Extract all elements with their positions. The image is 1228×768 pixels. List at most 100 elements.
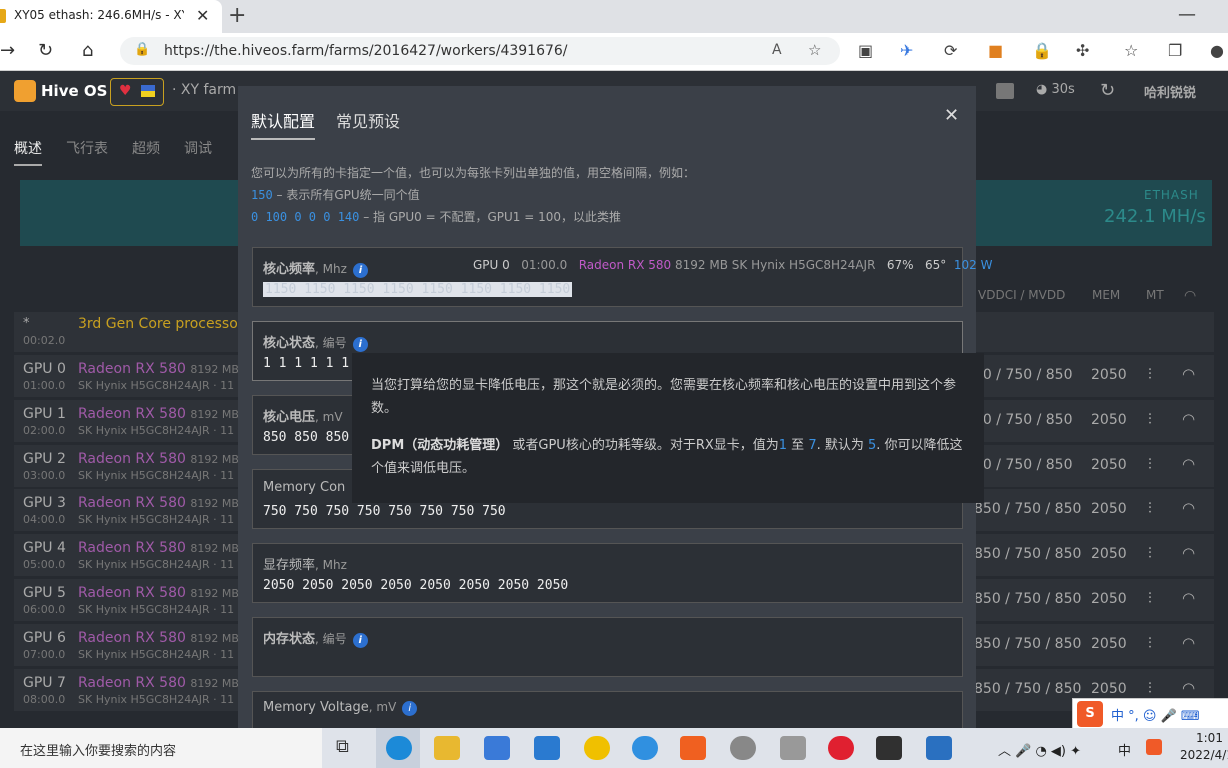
example-single: 150 – 表示所有GPU统一同个值 <box>251 186 420 203</box>
file-explorer-icon[interactable] <box>434 736 460 760</box>
info-icon[interactable]: i <box>352 263 368 278</box>
ime-toolbar[interactable]: S 中 °, ☺ 🎤 ⌨ <box>1072 698 1228 730</box>
tab-common-presets[interactable]: 常见预设 <box>336 108 400 132</box>
core-voltage-input[interactable]: 850 850 850 <box>263 430 349 445</box>
cpu-bus: 00:02.0 <box>23 334 66 347</box>
favorite-add-icon[interactable]: ☆ <box>808 41 821 59</box>
core-voltage-unit: , mV <box>315 410 343 424</box>
gauge-icon[interactable]: ◠ <box>1182 589 1195 607</box>
extension-icon[interactable]: ▣ <box>858 41 873 60</box>
extensions-puzzle-icon[interactable]: ✣ <box>1076 41 1089 60</box>
tune-sliders-icon[interactable]: ⫶ <box>1148 544 1152 562</box>
gpu-mem-clock: 2050 <box>1091 501 1127 518</box>
memory-clock-unit: , Mhz <box>315 558 347 572</box>
ime-toolbar-icons[interactable]: 中 °, ☺ 🎤 ⌨ <box>1111 705 1200 724</box>
tab-overclock[interactable]: 超频 <box>132 138 160 158</box>
tune-sliders-icon[interactable]: ⫶ <box>1148 455 1152 473</box>
user-name[interactable]: 哈利锐锐 <box>1144 82 1196 101</box>
tune-sliders-icon[interactable]: ⫶ <box>1148 634 1152 652</box>
gauge-icon[interactable]: ◠ <box>1182 634 1195 652</box>
core-clock-label-text: 核心频率 <box>263 262 316 277</box>
close-icon[interactable]: ✕ <box>944 105 959 126</box>
column-mt: MT <box>1146 288 1164 302</box>
gpu-model: Radeon RX 580 8192 MB · <box>78 361 246 377</box>
browser-tab[interactable]: XY05 ethash: 246.6MH/s - XY farm ✕ <box>0 0 222 33</box>
gpu-model: Radeon RX 580 8192 MB · <box>78 585 246 601</box>
qq-icon[interactable] <box>584 736 610 760</box>
photos-icon[interactable] <box>926 736 952 760</box>
memory-clock-input[interactable]: 2050 2050 2050 2050 2050 2050 2050 2050 <box>263 578 568 593</box>
tab-debug[interactable]: 调试 <box>184 138 212 158</box>
address-bar[interactable]: 🔒 https://the.hiveos.farm/farms/2016427/… <box>120 37 840 65</box>
column-vddci: VDDCI / MVDD <box>978 288 1066 302</box>
support-ukraine-badge[interactable]: ♥ <box>110 78 164 106</box>
taskbar-clock[interactable]: 1:01 <box>1196 731 1223 745</box>
netease-music-icon[interactable] <box>828 736 854 760</box>
info-icon[interactable]: i <box>402 701 418 716</box>
gpu-mem-clock: 2050 <box>1091 546 1127 563</box>
core-state-input[interactable]: 1 1 1 1 1 1 <box>263 356 349 371</box>
sync-extension-icon[interactable]: ⟳ <box>944 41 957 60</box>
profile-avatar-icon[interactable]: ● <box>1210 41 1224 60</box>
edge-icon[interactable] <box>386 736 412 760</box>
home-icon[interactable]: ⌂ <box>82 40 93 61</box>
tune-sliders-icon[interactable]: ⫶ <box>1148 365 1152 383</box>
mail-icon[interactable] <box>534 736 560 760</box>
tune-sliders-icon[interactable]: ⫶ <box>1148 589 1152 607</box>
hive-app-icon[interactable] <box>876 736 902 760</box>
reload-icon[interactable]: ↻ <box>38 40 53 61</box>
tune-sliders-icon[interactable]: ⫶ <box>1148 410 1152 428</box>
core-clock-input[interactable]: 1150 1150 1150 1150 1150 1150 1150 1150 <box>263 282 573 297</box>
minimize-window-button[interactable]: — <box>1178 4 1196 25</box>
memory-state-field: 内存状态, 编号 i <box>252 617 963 677</box>
gpu-id: GPU 1 <box>23 405 66 422</box>
store-icon[interactable] <box>484 736 510 760</box>
gauge-column-icon[interactable]: ◠ <box>1184 288 1196 304</box>
tray-icons[interactable]: ︿ 🎤 ◔ ◀) ✦ <box>998 740 1081 759</box>
messenger-app-icon[interactable] <box>780 736 806 760</box>
tune-sliders-icon[interactable]: ⫶ <box>1148 679 1152 697</box>
gpu-voltages: 50 / 750 / 850 <box>974 411 1073 428</box>
task-view-icon[interactable]: ⧉ <box>336 736 362 760</box>
gpu-id: GPU 6 <box>23 629 66 646</box>
tray-ime-indicator[interactable]: 中 <box>1118 740 1131 759</box>
brand-name[interactable]: Hive OS <box>41 82 107 100</box>
cat-app-icon[interactable] <box>730 736 756 760</box>
gauge-icon[interactable]: ◠ <box>1182 499 1195 517</box>
favorites-icon[interactable]: ☆ <box>1124 41 1138 60</box>
tune-sliders-icon[interactable]: ⫶ <box>1148 499 1152 517</box>
close-tab-icon[interactable]: ✕ <box>196 6 209 25</box>
hashrate-value: 242.1 MH/s <box>1104 206 1206 227</box>
gpu-bus: 05:00.0 <box>23 558 66 572</box>
gauge-icon[interactable]: ◠ <box>1182 455 1195 473</box>
gauge-icon[interactable]: ◠ <box>1182 410 1195 428</box>
taskbar-search[interactable]: 在这里输入你要搜索的内容 <box>0 728 322 768</box>
gpu-model: Radeon RX 580 8192 MB · <box>78 451 246 467</box>
new-tab-button[interactable]: + <box>228 3 246 28</box>
tray-sogou-icon[interactable] <box>1146 739 1162 755</box>
tab-default-config[interactable]: 默认配置 <box>251 108 316 140</box>
collections-icon[interactable]: ❐ <box>1168 41 1182 60</box>
adblock-extension-icon[interactable]: 🔒 <box>1032 41 1052 60</box>
tab-flight-sheet[interactable]: 飞行表 <box>66 138 108 158</box>
translate-extension-icon[interactable]: ✈ <box>900 41 913 60</box>
info-icon[interactable]: i <box>352 633 368 648</box>
refresh-icon[interactable]: ↻ <box>1100 80 1115 101</box>
office-extension-icon[interactable]: ■ <box>988 41 1003 60</box>
back-icon[interactable]: → <box>0 40 15 61</box>
media-player-icon[interactable] <box>680 736 706 760</box>
gpu-id: GPU 3 <box>23 495 66 512</box>
gauge-icon[interactable]: ◠ <box>1182 544 1195 562</box>
memory-controller-input[interactable]: 750 750 750 750 750 750 750 750 <box>263 504 506 519</box>
taskbar-date[interactable]: 2022/4/1 <box>1180 748 1228 762</box>
tab-overview[interactable]: 概述 <box>14 138 42 166</box>
refresh-timer[interactable]: ◕ 30s <box>1036 82 1075 97</box>
memory-clock-label-text: 显存频率 <box>263 558 316 573</box>
read-aloud-icon[interactable]: A <box>772 42 782 58</box>
gauge-icon[interactable]: ◠ <box>1182 679 1195 697</box>
farm-name[interactable]: · XY farm <box>172 82 236 98</box>
gauge-icon[interactable]: ◠ <box>1182 365 1195 383</box>
feather-app-icon[interactable] <box>632 736 658 760</box>
stop-icon[interactable] <box>996 83 1014 99</box>
info-icon[interactable]: i <box>352 337 368 352</box>
